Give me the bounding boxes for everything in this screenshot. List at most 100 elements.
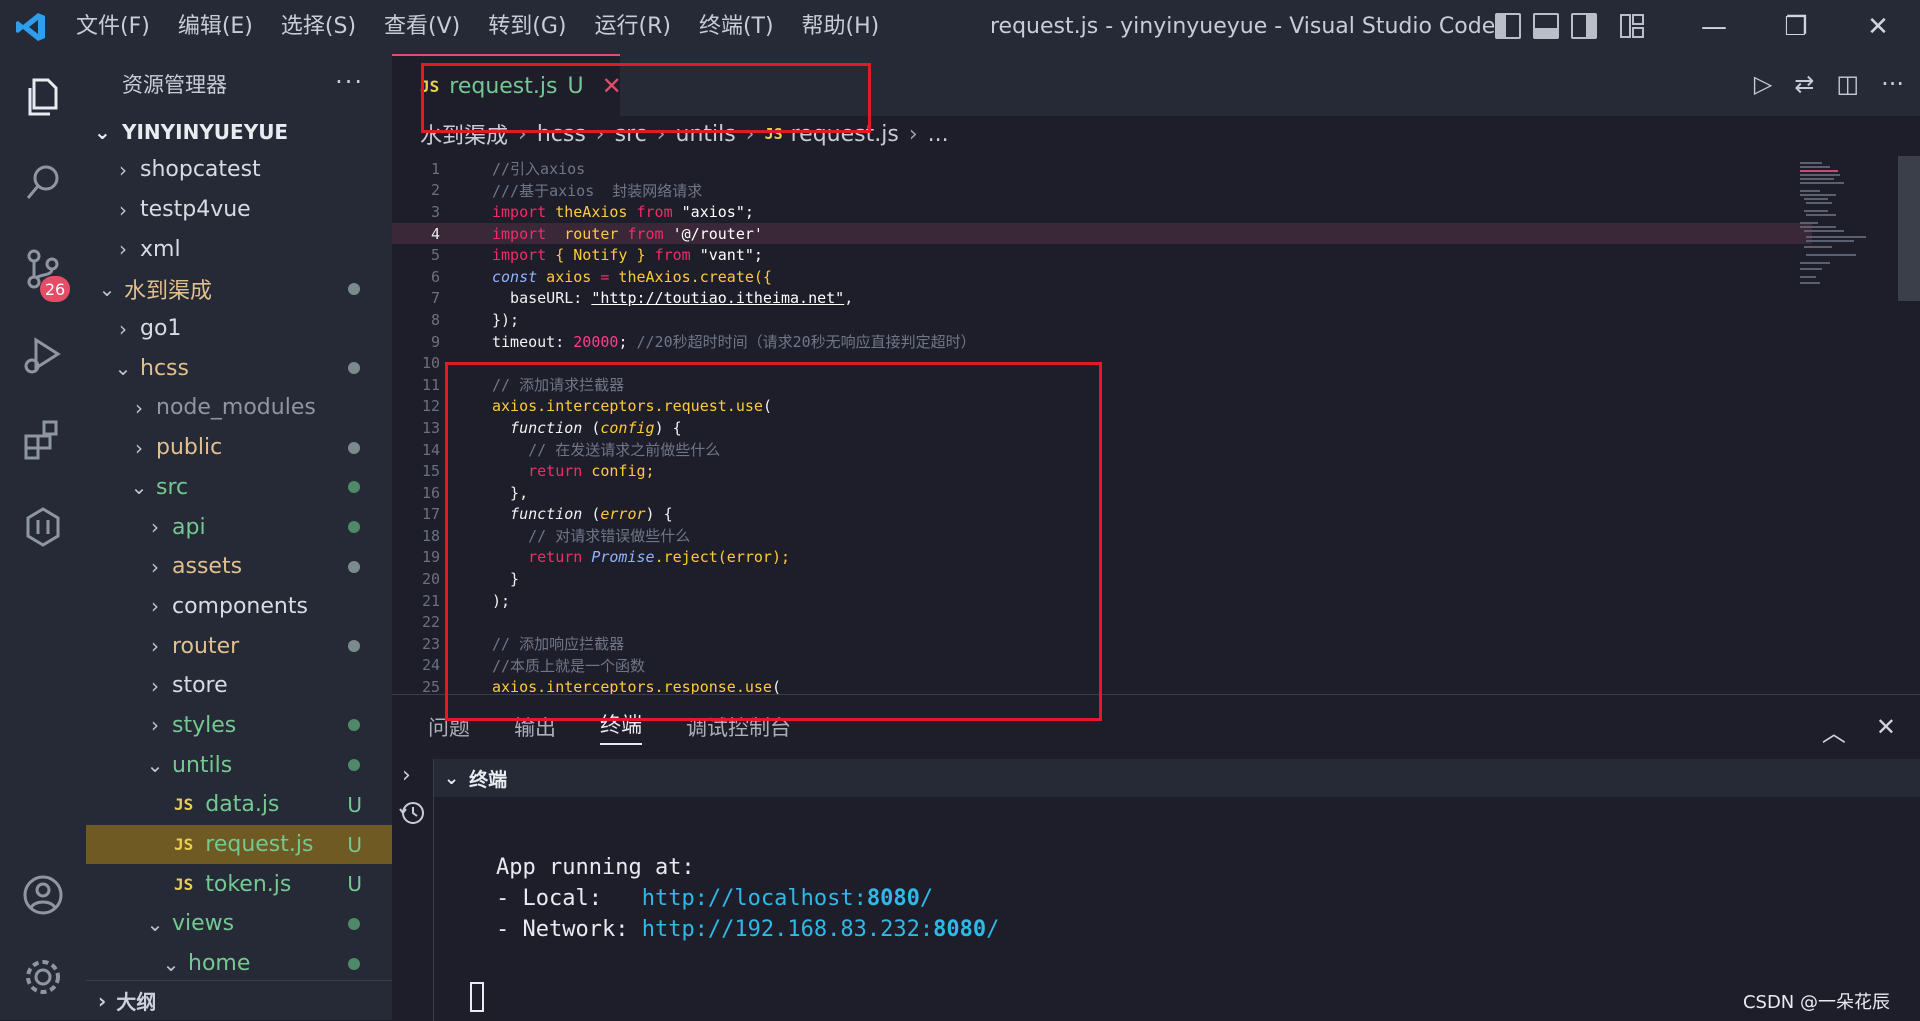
- workspace-root[interactable]: ⌄ YINYINYUEYUE: [86, 114, 392, 150]
- chevron-right-icon[interactable]: ›: [402, 763, 411, 788]
- minimize-button[interactable]: —: [1684, 0, 1744, 54]
- restore-button[interactable]: ❐: [1766, 0, 1826, 54]
- chevron-right-icon: ›: [144, 634, 166, 658]
- minimap[interactable]: [1796, 158, 1896, 458]
- network-url-link[interactable]: http://192.168.83.232:8080/: [642, 917, 1000, 942]
- menu-run[interactable]: 运行(R): [580, 0, 684, 54]
- tree-item-untils[interactable]: ⌄untils: [86, 745, 392, 785]
- tree-item-label: 水到渠成: [124, 273, 212, 305]
- toggle-panel-icon[interactable]: [1533, 13, 1559, 39]
- menu-terminal[interactable]: 终端(T): [685, 0, 788, 54]
- editor-actions: ▷ ⇄ ◫ ···: [1754, 70, 1904, 98]
- identifier: router: [546, 225, 627, 243]
- tree-item-label: assets: [172, 554, 242, 579]
- tree-item-views[interactable]: ⌄views: [86, 904, 392, 944]
- tree-item-data-js[interactable]: JSdata.jsU: [86, 785, 392, 825]
- maximize-panel-icon[interactable]: ︿: [1822, 713, 1846, 748]
- tree-item-label: router: [172, 634, 239, 659]
- history-icon[interactable]: [398, 799, 426, 831]
- untracked-dot-icon: [348, 759, 360, 771]
- remote-explorer-icon[interactable]: [0, 484, 86, 570]
- menu-bar: 文件(F) 编辑(E) 选择(S) 查看(V) 转到(G) 运行(R) 终端(T…: [62, 0, 893, 54]
- tree-item-api[interactable]: ›api: [86, 507, 392, 547]
- search-icon[interactable]: [0, 140, 86, 226]
- comment: //引入axios: [492, 160, 585, 178]
- explorer-icon[interactable]: [0, 54, 86, 140]
- line-number: 3: [392, 203, 440, 221]
- line-number: 16: [392, 484, 440, 502]
- tree-item-label: views: [172, 911, 234, 936]
- comment: ///基于axios 封装网络请求: [492, 182, 702, 200]
- close-window-button[interactable]: ✕: [1848, 0, 1908, 54]
- compare-changes-icon[interactable]: ⇄: [1794, 70, 1814, 98]
- url-text: http://localhost:: [642, 886, 867, 911]
- outline-section[interactable]: › 大纲: [86, 980, 392, 1020]
- menu-go[interactable]: 转到(G): [474, 0, 580, 54]
- tree-item-public[interactable]: ›public: [86, 428, 392, 468]
- line-number: 19: [392, 548, 440, 566]
- tree-item-node-modules[interactable]: ›node_modules: [86, 388, 392, 428]
- line-number: 17: [392, 505, 440, 523]
- chevron-down-icon: ⌄: [144, 753, 166, 777]
- tree-item-request-js[interactable]: JSrequest.jsU: [86, 825, 392, 865]
- tree-item-src[interactable]: ⌄src: [86, 468, 392, 508]
- annotation-box-interceptor: [445, 362, 1102, 721]
- more-actions-icon[interactable]: ···: [1881, 70, 1904, 98]
- line-number: 1: [392, 160, 440, 178]
- chevron-down-icon: ⌄: [94, 120, 116, 144]
- identifier: theAxios: [546, 203, 636, 221]
- run-debug-icon[interactable]: [0, 312, 86, 398]
- terminal-output[interactable]: App running at: - Local: http://localhos…: [496, 855, 999, 948]
- network-label: - Network:: [496, 917, 642, 942]
- modified-dot-icon: [348, 640, 360, 652]
- string: '@/router': [664, 225, 763, 243]
- extensions-icon[interactable]: [0, 398, 86, 484]
- tree-item-home[interactable]: ⌄home: [86, 944, 392, 980]
- tree-item-components[interactable]: ›components: [86, 587, 392, 627]
- account-icon[interactable]: [0, 852, 86, 938]
- tree-item-token-js[interactable]: JStoken.jsU: [86, 864, 392, 904]
- menu-help[interactable]: 帮助(H): [788, 0, 894, 54]
- menu-file[interactable]: 文件(F): [62, 0, 164, 54]
- source-control-icon[interactable]: 26: [0, 226, 86, 312]
- tree-item-hcss[interactable]: ⌄hcss: [86, 348, 392, 388]
- toggle-secondary-sidebar-icon[interactable]: [1571, 13, 1597, 39]
- punctuation: ,: [844, 289, 853, 307]
- run-icon[interactable]: ▷: [1754, 70, 1772, 98]
- menu-view[interactable]: 查看(V): [370, 0, 474, 54]
- chevron-right-icon: ›: [144, 713, 166, 737]
- menu-edit[interactable]: 编辑(E): [164, 0, 267, 54]
- chevron-right-icon: ›: [128, 396, 150, 420]
- code-line: 6const axios = theAxios.create({: [392, 266, 1812, 288]
- tree-item-assets[interactable]: ›assets: [86, 547, 392, 587]
- tree-item-shopcatest[interactable]: ›shopcatest: [86, 150, 392, 190]
- close-panel-icon[interactable]: ✕: [1876, 713, 1896, 748]
- editor-scrollbar[interactable]: [1898, 156, 1920, 301]
- keyword: from: [637, 203, 673, 221]
- terminal-section-header[interactable]: ⌄ 终端: [434, 759, 1920, 797]
- tree-item-testp4vue[interactable]: ›testp4vue: [86, 190, 392, 230]
- tree-item-go1[interactable]: ›go1: [86, 309, 392, 349]
- more-actions-icon[interactable]: ···: [335, 68, 364, 96]
- tree-item-shuidaoqucheng[interactable]: ⌄水到渠成: [86, 269, 392, 309]
- local-url-link[interactable]: http://localhost:8080/: [642, 886, 933, 911]
- settings-gear-icon[interactable]: [0, 934, 86, 1020]
- line-number: 14: [392, 441, 440, 459]
- tree-item-xml[interactable]: ›xml: [86, 229, 392, 269]
- string-link[interactable]: "http://toutiao.itheima.net": [591, 289, 844, 307]
- tree-item-label: data.js: [205, 792, 279, 817]
- tree-item-styles[interactable]: ›styles: [86, 706, 392, 746]
- chevron-right-icon: ›: [144, 515, 166, 539]
- tree-item-router[interactable]: ›router: [86, 626, 392, 666]
- line-number: 4: [392, 225, 440, 243]
- breadcrumb-item[interactable]: ...: [928, 122, 949, 147]
- customize-layout-icon[interactable]: [1619, 13, 1645, 39]
- tree-item-label: store: [172, 673, 228, 698]
- tree-item-label: node_modules: [156, 395, 316, 420]
- toggle-sidebar-icon[interactable]: [1495, 13, 1521, 39]
- split-editor-icon[interactable]: ◫: [1836, 70, 1859, 98]
- menu-selection[interactable]: 选择(S): [267, 0, 370, 54]
- tree-item-store[interactable]: ›store: [86, 666, 392, 706]
- line-number: 9: [392, 333, 440, 351]
- terminal-line: - Network: http://192.168.83.232:8080/: [496, 917, 999, 948]
